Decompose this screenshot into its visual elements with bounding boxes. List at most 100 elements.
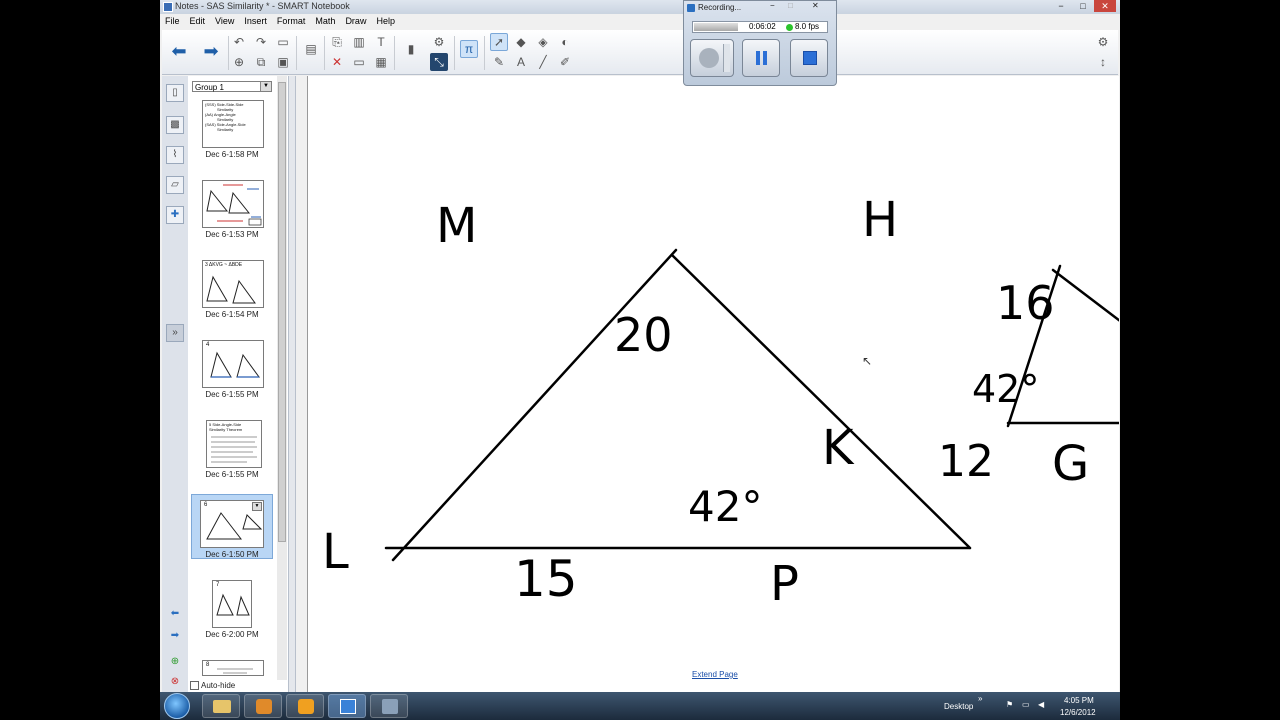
thumb-3-sketch <box>206 275 256 304</box>
group-dropdown[interactable]: Group 1 ▼ <box>192 81 272 92</box>
properties-tab-icon[interactable]: ▱ <box>166 176 184 194</box>
page-thumbnail-6[interactable]: 6 ▼ <box>200 500 264 548</box>
record-button[interactable] <box>690 39 734 77</box>
screen-shade-icon[interactable]: ▭ <box>350 53 368 71</box>
page-thumbnail-7[interactable]: 7 <box>212 580 252 628</box>
page-thumbnail-4[interactable]: 4 <box>202 340 264 388</box>
page-thumbnail-1[interactable]: (SSS) Side-Side-Side Similarity (AA) Ang… <box>202 100 264 148</box>
folder-icon <box>213 700 231 713</box>
outlook-taskbar-button[interactable] <box>286 694 324 718</box>
math-tools-icon[interactable]: π <box>460 40 478 58</box>
sorter-scrollbar-thumb[interactable] <box>278 82 286 542</box>
insert-text-icon[interactable]: T <box>372 33 390 51</box>
recorder-minimize-button[interactable]: − <box>770 1 775 10</box>
eraser-icon[interactable]: ◈ <box>534 33 552 51</box>
chevron-down-icon[interactable]: ▼ <box>260 82 271 91</box>
network-icon[interactable]: ▭ <box>1022 700 1030 709</box>
thumb-2-sketch <box>206 184 262 226</box>
delete-icon[interactable]: ✕ <box>328 53 346 71</box>
explorer-taskbar-button[interactable] <box>202 694 240 718</box>
auto-hide-checkbox[interactable]: Auto-hide <box>190 681 235 691</box>
expand-sidebar-icon[interactable]: » <box>166 324 184 342</box>
recorder-taskbar-button[interactable] <box>370 694 408 718</box>
save-icon[interactable]: ▣ <box>274 53 292 71</box>
open-folder-icon[interactable]: ▭ <box>274 33 292 51</box>
sidebar-splitter[interactable] <box>288 76 296 692</box>
document-camera-icon[interactable]: ▮ <box>402 40 420 58</box>
page-thumbnail-3[interactable]: 3 ΔKVG ~ ΔBDE <box>202 260 264 308</box>
pens-icon[interactable]: ✎ <box>490 53 508 71</box>
pause-button[interactable] <box>742 39 780 77</box>
move-sidebar-left-icon[interactable]: ⬅ <box>166 606 184 624</box>
recorder-title: Recording... <box>698 3 742 12</box>
fill-icon[interactable]: ◐ <box>556 33 574 51</box>
gear-icon[interactable]: ⚙ <box>1094 33 1112 51</box>
magic-pen-icon[interactable]: ✐ <box>556 53 574 71</box>
toolbar-move-icon[interactable]: ↕ <box>1094 53 1112 71</box>
clock-date[interactable]: 12/6/2012 <box>1060 708 1096 717</box>
line-icon[interactable]: ╱ <box>534 53 552 71</box>
menu-insert[interactable]: Insert <box>239 14 272 28</box>
whiteboard-canvas[interactable]: M L P H K G 20 15 42° 16 12 42° ↖ <box>307 76 1120 692</box>
select-arrow-icon[interactable]: ➚ <box>490 33 508 51</box>
text-pen-icon[interactable]: A <box>512 53 530 71</box>
flag-icon[interactable]: ⚑ <box>1006 700 1013 709</box>
desktop-toolbar-label[interactable]: Desktop <box>944 702 973 711</box>
recording-time: 0:06:02 <box>749 22 776 31</box>
notebook-icon <box>340 699 356 714</box>
smart-notebook-taskbar-button[interactable] <box>328 694 366 718</box>
page-thumbnail-2[interactable] <box>202 180 264 228</box>
record-dropdown[interactable] <box>723 44 730 72</box>
menu-help[interactable]: Help <box>371 14 400 28</box>
minimize-button[interactable]: − <box>1050 0 1072 12</box>
add-page-icon[interactable]: ⊕ <box>230 53 248 71</box>
vertex-label-m: M <box>436 198 478 254</box>
full-screen-icon[interactable]: ⤡ <box>430 53 448 71</box>
menu-file[interactable]: File <box>160 14 185 28</box>
recorder-status-bar: 0:06:02 8.0 fps <box>692 21 828 33</box>
menu-format[interactable]: Format <box>272 14 311 28</box>
clock-time[interactable]: 4:05 PM <box>1064 696 1094 705</box>
checkbox-box[interactable] <box>190 681 199 691</box>
recorder-window: Recording... − □ ✕ 0:06:02 8.0 fps <box>683 0 837 86</box>
stop-button[interactable] <box>790 39 828 77</box>
page-sorter-tab-icon[interactable]: ▯ <box>166 84 184 102</box>
group-name: Group 1 <box>195 83 224 92</box>
menu-view[interactable]: View <box>210 14 239 28</box>
screen-capture-icon[interactable]: ⧉ <box>252 53 270 71</box>
chevron-right-icon[interactable]: » <box>978 694 982 703</box>
extend-page-link[interactable]: Extend Page <box>692 670 738 679</box>
paste-icon[interactable]: ⎘ <box>328 33 346 51</box>
gallery-tab-icon[interactable]: ▩ <box>166 116 184 134</box>
settings-toolbar-icon[interactable]: ⚙ <box>430 33 448 51</box>
menu-draw[interactable]: Draw <box>340 14 371 28</box>
shapes-icon[interactable]: ◆ <box>512 33 530 51</box>
attachments-tab-icon[interactable]: ⌇ <box>166 146 184 164</box>
add-icon[interactable]: ⊕ <box>166 654 184 672</box>
previous-page-icon[interactable]: ⬅ <box>166 38 192 64</box>
triangle-mlp <box>384 248 972 562</box>
recorder-maximize-button[interactable]: □ <box>788 1 793 10</box>
vertex-label-g: G <box>1052 436 1090 492</box>
page-thumbnail-8[interactable]: 8 <box>202 660 264 676</box>
media-player-taskbar-button[interactable] <box>244 694 282 718</box>
menu-math[interactable]: Math <box>310 14 340 28</box>
display-icon[interactable]: ▤ <box>302 40 320 58</box>
toolbar-separator <box>394 36 395 70</box>
maximize-button[interactable]: □ <box>1072 0 1094 12</box>
menu-edit[interactable]: Edit <box>185 14 211 28</box>
recorder-close-button[interactable]: ✕ <box>812 1 819 10</box>
page-thumbnail-5[interactable]: 5 Side-Angle-Side Similarity Theorem <box>206 420 262 468</box>
remove-icon[interactable]: ⊗ <box>166 674 184 692</box>
title-bar: Notes - SAS Similarity * - SMART Noteboo… <box>160 0 1120 14</box>
volume-icon[interactable]: ◀ <box>1038 700 1044 709</box>
close-button[interactable]: ✕ <box>1094 0 1116 12</box>
redo-icon[interactable]: ↷ <box>252 33 270 51</box>
undo-icon[interactable]: ↶ <box>230 33 248 51</box>
next-page-icon[interactable]: ➡ <box>198 38 224 64</box>
start-button[interactable] <box>164 693 190 719</box>
insert-picture-icon[interactable]: ▥ <box>350 33 368 51</box>
addons-tab-icon[interactable]: ✚ <box>166 206 184 224</box>
table-icon[interactable]: ▦ <box>372 53 390 71</box>
move-sidebar-right-icon[interactable]: ➡ <box>166 628 184 646</box>
